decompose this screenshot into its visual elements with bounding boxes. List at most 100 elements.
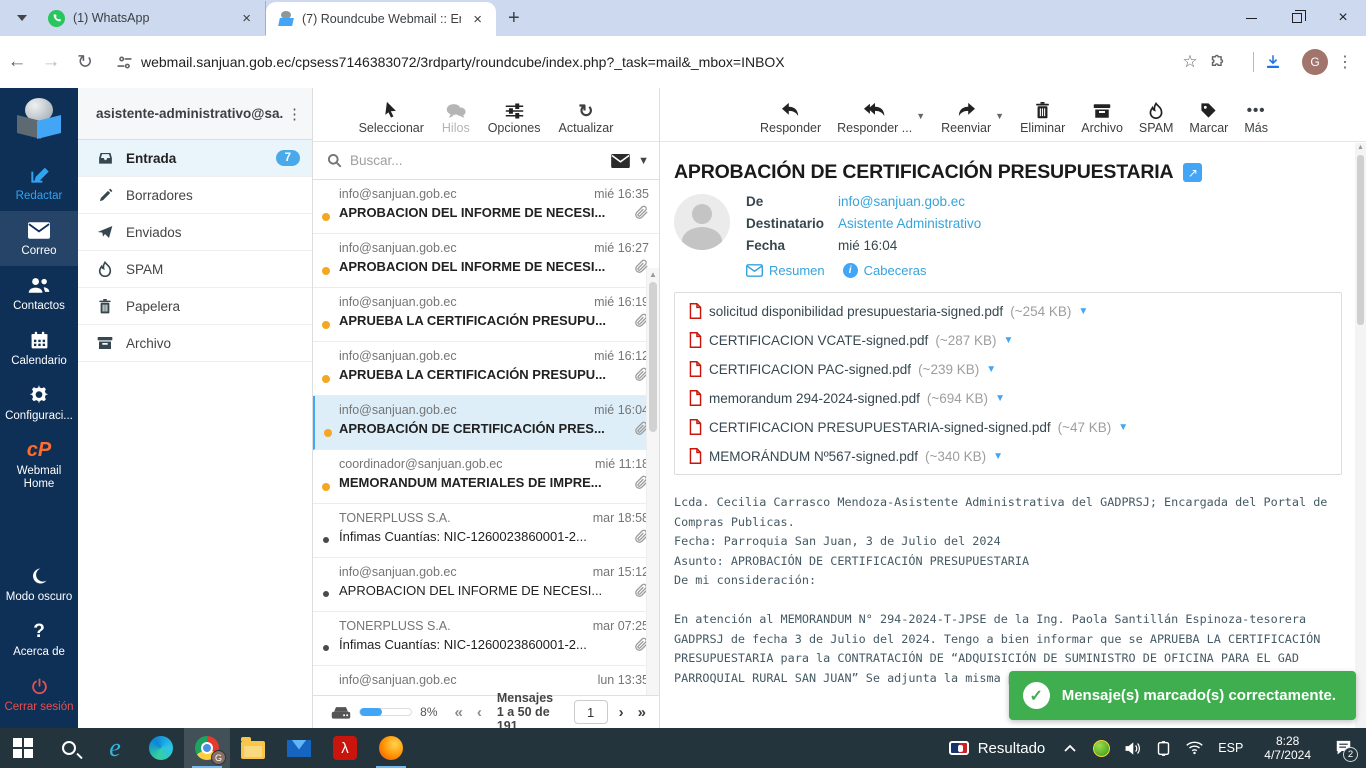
sidebar-item-acerca-de[interactable]: ? Acerca de (0, 612, 78, 667)
forward-button[interactable]: Reenviar (941, 102, 991, 135)
wifi-icon[interactable] (1181, 728, 1207, 768)
sidebar-item-redactar[interactable]: Redactar (0, 156, 78, 211)
list-scrollbar[interactable]: ▲ ▼ (646, 268, 659, 768)
sidebar-item-webmail-home[interactable]: cP Webmail Home (0, 431, 78, 499)
forward-icon[interactable]: → (34, 51, 68, 73)
reply-all-button[interactable]: Responder ... (837, 102, 912, 135)
sidebar-item-configuracion[interactable]: Configuraci... (0, 376, 78, 431)
attachment-menu-icon[interactable]: ▼ (1078, 306, 1088, 317)
from-address[interactable]: info@sanjuan.gob.ec (838, 194, 965, 209)
message-row[interactable]: info@sanjuan.gob.ecmié 16:12 APRUEBA LA … (313, 342, 659, 396)
spam-button[interactable]: SPAM (1139, 102, 1174, 135)
last-page-button[interactable]: » (635, 704, 649, 721)
open-new-window-icon[interactable]: ↗ (1183, 163, 1202, 182)
options-button[interactable]: Opciones (488, 103, 541, 135)
message-row[interactable]: coordinador@sanjuan.gob.ecmié 11:18 MEMO… (313, 450, 659, 504)
restore-button[interactable] (1274, 0, 1320, 36)
tab-whatsapp[interactable]: (1) WhatsApp × (36, 1, 266, 35)
sidebar-item-correo[interactable]: Correo (0, 211, 78, 266)
sidebar-item-modo-oscuro[interactable]: Modo oscuro (0, 557, 78, 612)
scroll-thumb[interactable] (649, 282, 657, 432)
prev-page-button[interactable]: ‹ (474, 704, 485, 721)
news-widget[interactable]: Resultado (937, 728, 1058, 768)
taskbar-explorer-button[interactable] (230, 728, 276, 768)
antivirus-tray-icon[interactable] (1088, 728, 1114, 768)
delete-button[interactable]: Eliminar (1020, 102, 1065, 135)
message-row[interactable]: info@sanjuan.gob.eclun 13:35 (313, 666, 659, 695)
tray-chevron-up-icon[interactable] (1057, 728, 1083, 768)
headers-link[interactable]: i Cabeceras (843, 263, 927, 278)
next-page-button[interactable]: › (616, 704, 627, 721)
sidebar-item-calendario[interactable]: Calendario (0, 321, 78, 376)
search-input[interactable] (350, 153, 603, 168)
bookmark-icon[interactable]: ☆ (1175, 52, 1205, 72)
folder-papelera[interactable]: Papelera (78, 288, 312, 325)
close-window-button[interactable]: × (1320, 0, 1366, 36)
mark-button[interactable]: Marcar (1189, 102, 1228, 135)
folder-entrada[interactable]: Entrada 7 (78, 140, 312, 177)
threads-button[interactable]: Hilos (442, 103, 470, 135)
search-scope-icon[interactable] (611, 154, 630, 168)
folder-archivo[interactable]: Archivo (78, 325, 312, 362)
taskbar-ie-button[interactable]: e (92, 728, 138, 768)
message-row[interactable]: TONERPLUSS S.A.mar 18:58 Ínfimas Cuantía… (313, 504, 659, 558)
taskbar-acrobat-button[interactable]: λ (322, 728, 368, 768)
back-icon[interactable]: ← (0, 51, 34, 73)
scroll-up-icon[interactable]: ▲ (647, 270, 659, 279)
language-indicator[interactable]: ESP (1212, 741, 1249, 755)
taskbar-search-button[interactable] (46, 728, 92, 768)
first-page-button[interactable]: « (451, 704, 465, 721)
message-row[interactable]: info@sanjuan.gob.ecmar 15:12 APROBACION … (313, 558, 659, 612)
reply-all-menu-icon[interactable]: ▼ (916, 111, 925, 121)
forward-menu-icon[interactable]: ▼ (995, 111, 1004, 121)
attachment-menu-icon[interactable]: ▼ (995, 393, 1005, 404)
attachment-item[interactable]: solicitud disponibilidad presupuestaria-… (689, 303, 1088, 319)
attachment-menu-icon[interactable]: ▼ (1118, 422, 1128, 433)
to-address[interactable]: Asistente Administrativo (838, 216, 981, 231)
attachment-menu-icon[interactable]: ▼ (1003, 335, 1013, 346)
action-center-button[interactable]: 2 (1326, 728, 1360, 768)
taskbar-mail-button[interactable] (276, 728, 322, 768)
device-icon[interactable] (1150, 728, 1176, 768)
close-tab-icon[interactable]: × (238, 10, 255, 27)
profile-avatar[interactable]: G (1302, 49, 1328, 75)
sidebar-item-cerrar-sesion[interactable]: Cerrar sesión (0, 667, 78, 722)
start-button[interactable] (0, 728, 46, 768)
message-row[interactable]: TONERPLUSS S.A.mar 07:25 Ínfimas Cuantía… (313, 612, 659, 666)
folder-spam[interactable]: SPAM (78, 251, 312, 288)
browser-menu-icon[interactable]: ⋮ (1332, 52, 1358, 72)
volume-icon[interactable] (1119, 728, 1145, 768)
sidebar-item-contactos[interactable]: Contactos (0, 266, 78, 321)
account-menu-icon[interactable]: ⋮ (283, 105, 306, 123)
attachment-menu-icon[interactable]: ▼ (986, 364, 996, 375)
attachment-menu-icon[interactable]: ▼ (993, 451, 1003, 462)
taskbar-chrome-button[interactable]: G (184, 728, 230, 768)
extensions-icon[interactable] (1209, 54, 1243, 71)
attachment-item[interactable]: CERTIFICACION VCATE-signed.pdf (~287 KB)… (689, 332, 1013, 348)
attachment-item[interactable]: CERTIFICACION PRESUPUESTARIA-signed-sign… (689, 419, 1128, 435)
tab-search-icon[interactable] (8, 4, 36, 32)
attachment-item[interactable]: memorandum 294-2024-signed.pdf (~694 KB)… (689, 390, 1005, 406)
scroll-up-icon[interactable]: ▲ (1355, 144, 1366, 151)
refresh-button[interactable]: ↻ Actualizar (559, 103, 614, 135)
archive-button[interactable]: Archivo (1081, 103, 1123, 135)
download-icon[interactable] (1264, 53, 1298, 71)
taskbar-firefox-button[interactable] (368, 728, 414, 768)
taskbar-clock[interactable]: 8:28 4/7/2024 (1254, 734, 1321, 762)
page-input[interactable] (574, 700, 608, 724)
more-button[interactable]: ••• Más (1244, 102, 1268, 135)
attachment-item[interactable]: MEMORÁNDUM Nº567-signed.pdf (~340 KB) ▼ (689, 448, 1003, 464)
summary-link[interactable]: Resumen (746, 263, 825, 278)
folder-enviados[interactable]: Enviados (78, 214, 312, 251)
tab-roundcube[interactable]: (7) Roundcube Webmail :: Entra × (266, 2, 496, 36)
url-bar[interactable]: webmail.sanjuan.gob.ec/cpsess7146383072/… (141, 54, 1175, 70)
message-row-selected[interactable]: info@sanjuan.gob.ecmié 16:04 APROBACIÓN … (313, 396, 659, 450)
search-options-chevron-icon[interactable]: ▼ (638, 155, 649, 167)
taskbar-edge-button[interactable] (138, 728, 184, 768)
attachment-item[interactable]: CERTIFICACION PAC-signed.pdf (~239 KB) ▼ (689, 361, 996, 377)
mail-scrollbar[interactable]: ▲ (1355, 143, 1366, 728)
message-row[interactable]: info@sanjuan.gob.ecmié 16:27 APROBACION … (313, 234, 659, 288)
message-row[interactable]: info@sanjuan.gob.ecmié 16:35 APROBACION … (313, 180, 659, 234)
select-button[interactable]: Seleccionar (359, 101, 424, 135)
close-tab-icon[interactable]: × (469, 11, 486, 28)
